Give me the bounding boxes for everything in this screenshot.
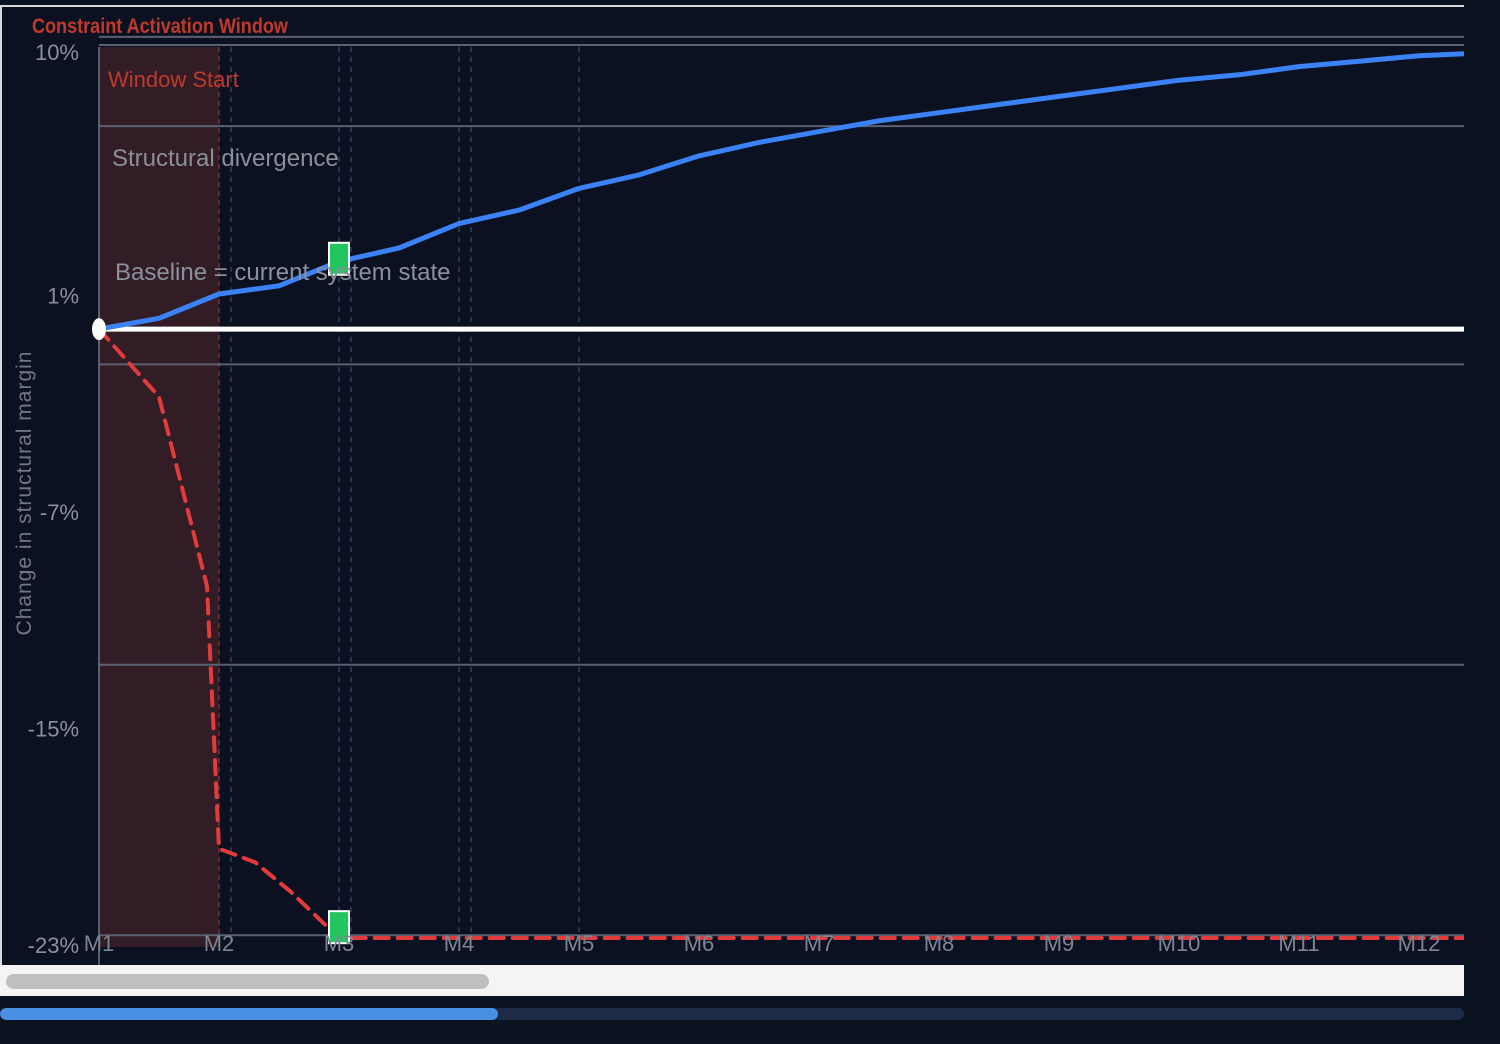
x-tick-label-7: M8 bbox=[924, 931, 955, 956]
scrollbar-thumb[interactable] bbox=[6, 974, 489, 989]
y-tick-label-3: -15% bbox=[28, 717, 79, 742]
series-line-0 bbox=[96, 51, 1464, 332]
x-tick-label-5: M6 bbox=[684, 931, 715, 956]
x-tick-label-2: M3 bbox=[324, 931, 355, 956]
line-chart: 10% 1% -7% -15% -23% M1 M2 M3 M4 M5 M6 M7 M8 M9 M10 M1… bbox=[13, 15, 1464, 965]
x-tick-label-3: M4 bbox=[444, 931, 475, 956]
chart-title: Constraint Activation Window bbox=[32, 15, 289, 39]
structural-divergence-label: Structural divergence bbox=[112, 145, 339, 172]
constraint-window-region bbox=[99, 47, 219, 947]
y-tick-label-4: -23% bbox=[28, 933, 79, 958]
x-tick-label-10: M11 bbox=[1278, 931, 1319, 956]
y-tick-label-2: -7% bbox=[40, 500, 79, 525]
progress-bar bbox=[0, 1008, 1464, 1020]
x-tick-label-8: M9 bbox=[1044, 931, 1075, 956]
origin-marker bbox=[92, 318, 106, 341]
series-line-1 bbox=[97, 327, 1464, 940]
y-tick-label-0: 10% bbox=[35, 40, 79, 65]
baseline-label: Baseline = current system state bbox=[115, 259, 450, 286]
progress-bar-fill bbox=[0, 1008, 498, 1020]
x-tick-label-0: M1 bbox=[84, 931, 115, 956]
x-tick-label-9: M10 bbox=[1158, 931, 1201, 956]
x-tick-label-4: M5 bbox=[564, 931, 595, 956]
x-tick-label-11: M12 bbox=[1398, 931, 1441, 956]
y-axis-label: Change in structural margin bbox=[13, 351, 36, 636]
x-tick-label-6: M7 bbox=[804, 931, 835, 956]
window-start-label: Window Start bbox=[108, 67, 239, 92]
horizontal-scrollbar[interactable] bbox=[0, 965, 1464, 996]
y-tick-label-1: 1% bbox=[47, 284, 79, 309]
x-tick-label-1: M2 bbox=[204, 931, 235, 956]
chart-viewport: 10% 1% -7% -15% -23% M1 M2 M3 M4 M5 M6 M7 M8 M9 M10 M1… bbox=[0, 5, 1464, 965]
